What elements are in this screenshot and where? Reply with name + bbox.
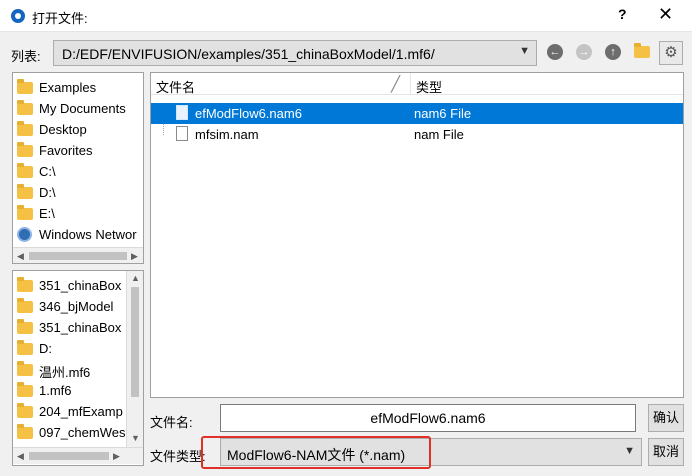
place-label: C:\ <box>39 164 56 179</box>
up-folder-button[interactable]: ↑ <box>603 42 623 62</box>
scroll-up-icon[interactable]: ▲ <box>131 273 140 283</box>
history-label: 351_chinaBox <box>39 320 122 335</box>
folder-icon <box>17 340 33 355</box>
folder-icon <box>17 142 33 157</box>
folder-icon <box>17 361 33 376</box>
history-panel: 351_chinaBox 346_bjModel 351_chinaBox D:… <box>12 270 144 466</box>
place-label: D:\ <box>39 185 56 200</box>
file-type-combo[interactable]: ModFlow6-NAM文件 (*.nam) ▼ <box>220 438 642 466</box>
file-icon <box>176 126 188 141</box>
folder-icon <box>17 79 33 94</box>
forward-button[interactable]: → <box>574 42 594 62</box>
scrollbar-thumb[interactable] <box>131 287 139 397</box>
file-name-label: 文件名: <box>150 415 193 430</box>
look-in-combo[interactable]: D:/EDF/ENVIFUSION/examples/351_chinaBoxM… <box>53 40 537 66</box>
folder-icon <box>17 100 33 115</box>
ok-button[interactable]: 确认 <box>648 404 684 432</box>
file-list-header: 文件名 ╱ 类型 <box>151 73 683 95</box>
chevron-down-icon: ▼ <box>624 445 635 457</box>
settings-button[interactable]: ⚙ <box>659 41 683 65</box>
forward-arrow-icon: → <box>576 44 592 60</box>
look-in-path: D:/EDF/ENVIFUSION/examples/351_chinaBoxM… <box>62 46 435 62</box>
scroll-left-icon[interactable]: ◀ <box>17 451 24 462</box>
place-label: Desktop <box>39 122 87 137</box>
folder-icon <box>17 277 33 292</box>
column-header-label: 文件名 <box>156 80 196 95</box>
column-header-name[interactable]: 文件名 ╱ <box>151 73 411 95</box>
history-label: 204_mfExamp <box>39 404 123 419</box>
title-bar: 打开文件: ? ✕ <box>0 0 692 32</box>
places-panel: Examples My Documents Desktop Favorites … <box>12 72 144 264</box>
folder-icon <box>17 382 33 397</box>
place-label: My Documents <box>39 101 126 116</box>
history-label: 346_bjModel <box>39 299 114 314</box>
place-label: Examples <box>39 80 97 95</box>
place-label: Favorites <box>39 143 93 158</box>
file-row[interactable]: efModFlow6.nam6 nam6 File <box>151 103 683 124</box>
scrollbar-thumb[interactable] <box>29 452 109 460</box>
history-label: 温州.mf6 <box>39 365 91 380</box>
file-type-value: ModFlow6-NAM文件 (*.nam) <box>227 447 406 463</box>
folder-icon <box>17 121 33 136</box>
file-name-input[interactable]: efModFlow6.nam6 <box>220 404 636 432</box>
back-button[interactable]: ← <box>545 42 565 62</box>
history-label: 097_chemWes <box>39 425 126 440</box>
file-type: nam6 File <box>414 106 472 121</box>
scroll-left-icon[interactable]: ◀ <box>17 251 24 262</box>
scroll-right-icon[interactable]: ▶ <box>113 451 120 462</box>
new-folder-button[interactable] <box>632 42 652 62</box>
history-label: D: <box>39 341 52 356</box>
folder-icon <box>634 43 650 58</box>
folder-icon <box>17 319 33 334</box>
file-name: efModFlow6.nam6 <box>195 106 302 121</box>
history-label: 1.mf6 <box>39 383 72 398</box>
folder-icon <box>17 403 33 418</box>
file-type-label: 文件类型: <box>150 449 206 464</box>
file-icon <box>176 105 188 120</box>
folder-icon <box>17 163 33 178</box>
file-name: mfsim.nam <box>195 127 259 142</box>
file-list: 文件名 ╱ 类型 efModFlow6.nam6 nam6 File mfsim… <box>150 72 684 398</box>
chevron-down-icon: ▼ <box>519 45 530 57</box>
folder-icon <box>17 424 33 439</box>
look-in-label: 列表: <box>11 49 41 64</box>
back-arrow-icon: ← <box>547 44 563 60</box>
file-row[interactable]: mfsim.nam nam File <box>151 124 683 145</box>
place-label: E:\ <box>39 206 55 221</box>
scrollbar-thumb[interactable] <box>29 252 127 260</box>
history-vscrollbar[interactable]: ▲ ▼ <box>126 271 143 447</box>
place-label: Windows Networ <box>39 227 137 242</box>
file-type: nam File <box>414 127 464 142</box>
history-hscrollbar[interactable]: ◀ ▶ <box>13 447 143 464</box>
up-arrow-icon: ↑ <box>605 44 621 60</box>
folder-icon <box>17 298 33 313</box>
history-label: 351_chinaBox <box>39 278 122 293</box>
help-button[interactable]: ? <box>618 6 627 22</box>
app-icon <box>11 9 25 23</box>
places-hscrollbar[interactable]: ◀ ▶ <box>13 247 143 263</box>
sort-indicator-icon: ╱ <box>391 76 401 93</box>
network-icon <box>17 227 32 242</box>
close-button[interactable]: ✕ <box>658 4 673 25</box>
cancel-button[interactable]: 取消 <box>648 438 684 466</box>
window-title: 打开文件: <box>32 11 88 26</box>
folder-icon <box>17 205 33 220</box>
folder-icon <box>17 184 33 199</box>
column-header-label: 类型 <box>416 80 443 95</box>
column-header-type[interactable]: 类型 <box>411 73 683 95</box>
scroll-down-icon[interactable]: ▼ <box>131 433 140 443</box>
scroll-right-icon[interactable]: ▶ <box>131 251 138 262</box>
